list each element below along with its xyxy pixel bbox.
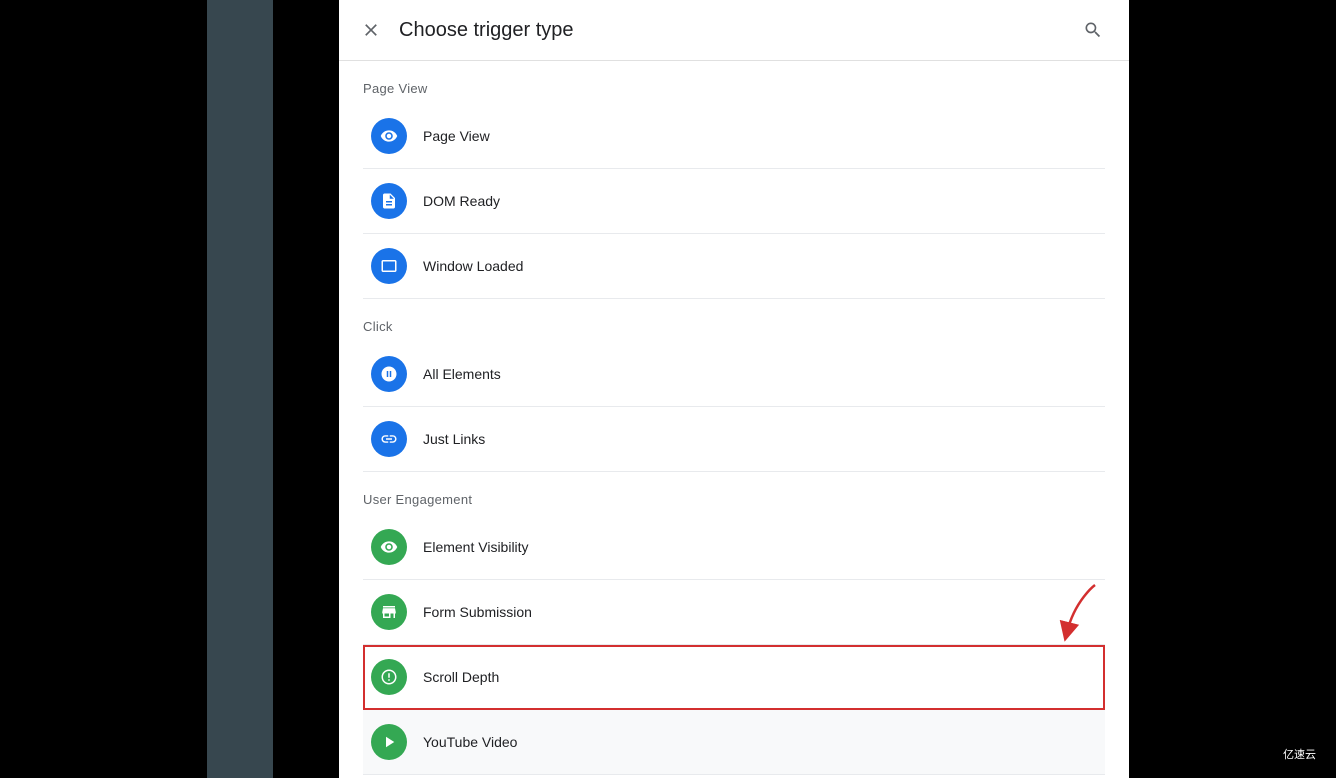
left-sidebar — [207, 0, 273, 778]
section-header-click: Click — [363, 299, 1105, 342]
trigger-label-page-view: Page View — [423, 128, 490, 144]
trigger-item-element-visibility[interactable]: Element Visibility — [363, 515, 1105, 580]
page-view-icon-circle — [371, 118, 407, 154]
trigger-label-element-visibility: Element Visibility — [423, 539, 529, 555]
trigger-label-just-links: Just Links — [423, 431, 485, 447]
form-submission-icon-circle — [371, 594, 407, 630]
trigger-label-form-submission: Form Submission — [423, 604, 532, 620]
trigger-label-all-elements: All Elements — [423, 366, 501, 382]
trigger-item-page-view[interactable]: Page View — [363, 104, 1105, 169]
trigger-item-form-submission[interactable]: Form Submission — [363, 580, 1105, 645]
trigger-item-dom-ready[interactable]: DOM Ready — [363, 169, 1105, 234]
trigger-item-youtube-video[interactable]: YouTube Video — [363, 710, 1105, 775]
section-header-page-view: Page View — [363, 61, 1105, 104]
trigger-item-all-elements[interactable]: All Elements — [363, 342, 1105, 407]
close-button[interactable] — [359, 18, 383, 42]
just-links-icon-circle — [371, 421, 407, 457]
trigger-label-window-loaded: Window Loaded — [423, 258, 523, 274]
element-visibility-icon-circle — [371, 529, 407, 565]
modal-container: Choose trigger type Page View Page View — [339, 0, 1129, 778]
window-loaded-icon-circle — [371, 248, 407, 284]
all-elements-icon-circle — [371, 356, 407, 392]
trigger-label-youtube-video: YouTube Video — [423, 734, 517, 750]
modal-title: Choose trigger type — [399, 19, 574, 42]
youtube-video-icon-circle — [371, 724, 407, 760]
trigger-item-window-loaded[interactable]: Window Loaded — [363, 234, 1105, 299]
scroll-depth-icon-circle — [371, 659, 407, 695]
modal-header: Choose trigger type — [339, 0, 1129, 61]
trigger-item-scroll-depth[interactable]: Scroll Depth — [363, 645, 1105, 710]
modal-body: Page View Page View DOM Ready — [339, 61, 1129, 778]
section-header-user-engagement: User Engagement — [363, 472, 1105, 515]
trigger-item-just-links[interactable]: Just Links — [363, 407, 1105, 472]
dom-ready-icon-circle — [371, 183, 407, 219]
trigger-label-dom-ready: DOM Ready — [423, 193, 500, 209]
watermark: 亿速云 — [1275, 742, 1324, 766]
modal-header-left: Choose trigger type — [359, 18, 574, 42]
search-button[interactable] — [1081, 18, 1105, 42]
trigger-label-scroll-depth: Scroll Depth — [423, 669, 499, 685]
